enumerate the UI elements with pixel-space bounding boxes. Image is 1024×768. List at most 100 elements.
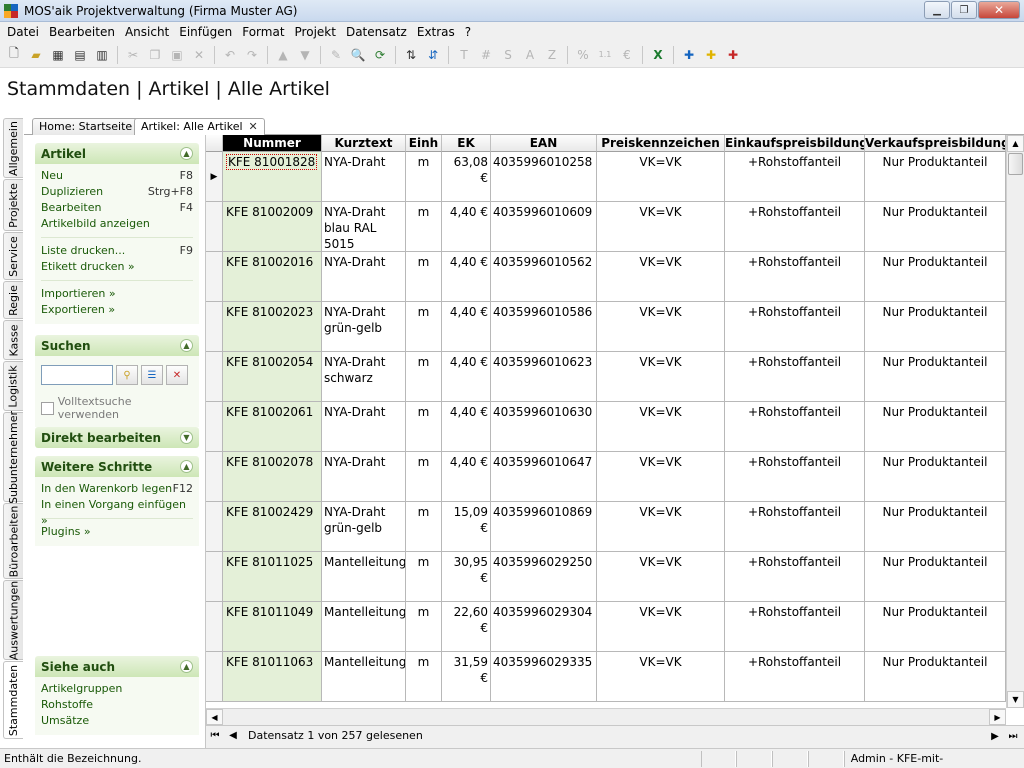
cell-ean[interactable]: 4035996010258 bbox=[491, 152, 597, 201]
cell-kurztext[interactable]: NYA-Draht grün-gelb bbox=[322, 302, 406, 351]
cell-ean[interactable]: 4035996010562 bbox=[491, 252, 597, 301]
cell-ean[interactable]: 4035996010630 bbox=[491, 402, 597, 451]
scroll-left-icon[interactable]: ◀ bbox=[206, 709, 223, 725]
vtab-service[interactable]: Service bbox=[3, 232, 23, 280]
edit-pencil-icon[interactable]: ✎ bbox=[325, 44, 347, 66]
cell-preiskennzeichen[interactable]: VK=VK bbox=[597, 452, 725, 501]
cell-ek[interactable]: 4,40 € bbox=[442, 402, 491, 451]
cell-ek[interactable]: 22,60 € bbox=[442, 602, 491, 651]
cell-nummer[interactable]: KFE 81011025 bbox=[223, 552, 322, 601]
cut-icon[interactable]: ✂ bbox=[122, 44, 144, 66]
collapse-up-icon[interactable]: ▲ bbox=[180, 147, 193, 160]
header-ean[interactable]: EAN bbox=[491, 135, 597, 152]
first-record-icon[interactable]: ⏮ bbox=[206, 727, 224, 745]
minimize-button[interactable]: ▁ bbox=[924, 1, 950, 19]
cell-kurztext[interactable]: Mantelleitung bbox=[322, 652, 406, 701]
horizontal-scrollbar[interactable]: ◀ ▶ bbox=[206, 708, 1006, 725]
link-artikelgruppen[interactable]: Artikelgruppen bbox=[41, 681, 193, 697]
z-format-icon[interactable]: Z bbox=[541, 44, 563, 66]
cell-einh[interactable]: m bbox=[406, 652, 442, 701]
percent-icon[interactable]: % bbox=[572, 44, 594, 66]
cell-einh[interactable]: m bbox=[406, 602, 442, 651]
table-row[interactable]: KFE 81002061 NYA-Draht m 4,40 €403599601063… bbox=[206, 402, 1006, 452]
cell-einkaufspreisbildung[interactable]: +Rohstoffanteil bbox=[725, 402, 865, 451]
vtab-auswertungen[interactable]: Auswertungen bbox=[3, 580, 23, 660]
cell-nummer[interactable]: KFE 81011049 bbox=[223, 602, 322, 651]
cell-preiskennzeichen[interactable]: VK=VK bbox=[597, 602, 725, 651]
cell-einh[interactable]: m bbox=[406, 502, 442, 551]
vtab-bueroarbeiten[interactable]: Büroarbeiten bbox=[3, 503, 23, 579]
sort-descending-icon[interactable]: ⇵ bbox=[422, 44, 444, 66]
cell-nummer[interactable]: KFE 81002016 bbox=[223, 252, 322, 301]
cell-kurztext[interactable]: NYA-Draht blau RAL 5015 bbox=[322, 202, 406, 251]
sort-ascending-icon[interactable]: ⇅ bbox=[400, 44, 422, 66]
vertical-scrollbar[interactable]: ▲ ▼ bbox=[1006, 135, 1024, 708]
menu-datensatz[interactable]: Datensatz bbox=[341, 22, 412, 42]
cell-verkaufspreisbildung[interactable]: Nur Produktanteil bbox=[865, 352, 1006, 401]
delete-icon[interactable]: ✕ bbox=[188, 44, 210, 66]
header-einkaufspreisbildung[interactable]: Einkaufspreisbildung bbox=[725, 135, 865, 152]
link-importieren[interactable]: Importieren » bbox=[41, 286, 193, 302]
cell-einh[interactable]: m bbox=[406, 302, 442, 351]
link-in-einen-vorgang[interactable]: In einen Vorgang einfügen » bbox=[41, 497, 193, 527]
save-icon[interactable]: ▦ bbox=[47, 44, 69, 66]
cell-kurztext[interactable]: Mantelleitung bbox=[322, 602, 406, 651]
number-format-icon[interactable]: # bbox=[475, 44, 497, 66]
text-format-icon[interactable]: T bbox=[453, 44, 475, 66]
cell-ek[interactable]: 31,59 € bbox=[442, 652, 491, 701]
cell-verkaufspreisbildung[interactable]: Nur Produktanteil bbox=[865, 402, 1006, 451]
cell-einkaufspreisbildung[interactable]: +Rohstoffanteil bbox=[725, 652, 865, 701]
cell-nummer[interactable]: KFE 81002429 bbox=[223, 502, 322, 551]
cell-preiskennzeichen[interactable]: VK=VK bbox=[597, 202, 725, 251]
paste-icon[interactable]: ▣ bbox=[166, 44, 188, 66]
cell-preiskennzeichen[interactable]: VK=VK bbox=[597, 502, 725, 551]
cell-verkaufspreisbildung[interactable]: Nur Produktanteil bbox=[865, 552, 1006, 601]
cell-einh[interactable]: m bbox=[406, 452, 442, 501]
a-format-icon[interactable]: A bbox=[519, 44, 541, 66]
cell-kurztext[interactable]: NYA-Draht schwarz bbox=[322, 352, 406, 401]
link-etikett-drucken[interactable]: Etikett drucken » bbox=[41, 259, 193, 275]
link-bearbeiten[interactable]: Bearbeiten F4 bbox=[41, 200, 193, 216]
s-format-icon[interactable]: S bbox=[497, 44, 519, 66]
cell-einkaufspreisbildung[interactable]: +Rohstoffanteil bbox=[725, 202, 865, 251]
vtab-subunternehmer[interactable]: Subunternehmer bbox=[3, 410, 23, 504]
fulltext-checkbox[interactable] bbox=[41, 401, 54, 415]
menu-help[interactable]: ? bbox=[460, 22, 476, 42]
move-up-icon[interactable]: ▲ bbox=[272, 44, 294, 66]
find-icon[interactable]: 🔍 bbox=[347, 44, 369, 66]
next-record-icon[interactable]: ▶ bbox=[986, 727, 1004, 745]
cell-nummer[interactable]: KFE 81002061 bbox=[223, 402, 322, 451]
cell-verkaufspreisbildung[interactable]: Nur Produktanteil bbox=[865, 652, 1006, 701]
cell-ek[interactable]: 4,40 € bbox=[442, 252, 491, 301]
cell-nummer[interactable]: KFE 81002078 bbox=[223, 452, 322, 501]
cell-einkaufspreisbildung[interactable]: +Rohstoffanteil bbox=[725, 502, 865, 551]
panel-header[interactable]: Artikel ▲ bbox=[35, 143, 199, 164]
cell-preiskennzeichen[interactable]: VK=VK bbox=[597, 402, 725, 451]
header-nummer[interactable]: Nummer bbox=[223, 135, 322, 152]
puzzle-blue-icon[interactable]: ✚ bbox=[678, 44, 700, 66]
focused-cell-value[interactable]: KFE 81001828 bbox=[226, 154, 318, 170]
refresh-icon[interactable]: ⟳ bbox=[369, 44, 391, 66]
search-input[interactable] bbox=[41, 365, 113, 385]
vtab-regie[interactable]: Regie bbox=[3, 281, 23, 319]
header-preiskennzeichen[interactable]: Preiskennzeichen bbox=[597, 135, 725, 152]
vtab-allgemein[interactable]: Allgemein bbox=[3, 118, 23, 178]
table-row[interactable]: KFE 81002078 NYA-Draht m 4,40 €403599601064… bbox=[206, 452, 1006, 502]
menu-datei[interactable]: Datei bbox=[2, 22, 44, 42]
header-verkaufspreisbildung[interactable]: Verkaufspreisbildung bbox=[865, 135, 1006, 152]
panel-header[interactable]: Direkt bearbeiten ▼ bbox=[35, 427, 199, 448]
link-in-den-warenkorb[interactable]: In den Warenkorb legen F12 bbox=[41, 481, 193, 497]
cell-preiskennzeichen[interactable]: VK=VK bbox=[597, 152, 725, 201]
cell-ean[interactable]: 4035996029335 bbox=[491, 652, 597, 701]
vtab-projekte[interactable]: Projekte bbox=[3, 179, 23, 231]
previous-record-icon[interactable]: ◀ bbox=[224, 727, 242, 745]
cell-kurztext[interactable]: Mantelleitung bbox=[322, 552, 406, 601]
panel-header[interactable]: Suchen ▲ bbox=[35, 335, 199, 356]
print-icon[interactable]: ▥ bbox=[91, 44, 113, 66]
cell-verkaufspreisbildung[interactable]: Nur Produktanteil bbox=[865, 252, 1006, 301]
cell-einh[interactable]: m bbox=[406, 552, 442, 601]
cell-verkaufspreisbildung[interactable]: Nur Produktanteil bbox=[865, 452, 1006, 501]
scroll-up-icon[interactable]: ▲ bbox=[1007, 135, 1024, 152]
cell-einkaufspreisbildung[interactable]: +Rohstoffanteil bbox=[725, 152, 865, 201]
link-liste-drucken[interactable]: Liste drucken... F9 bbox=[41, 243, 193, 259]
